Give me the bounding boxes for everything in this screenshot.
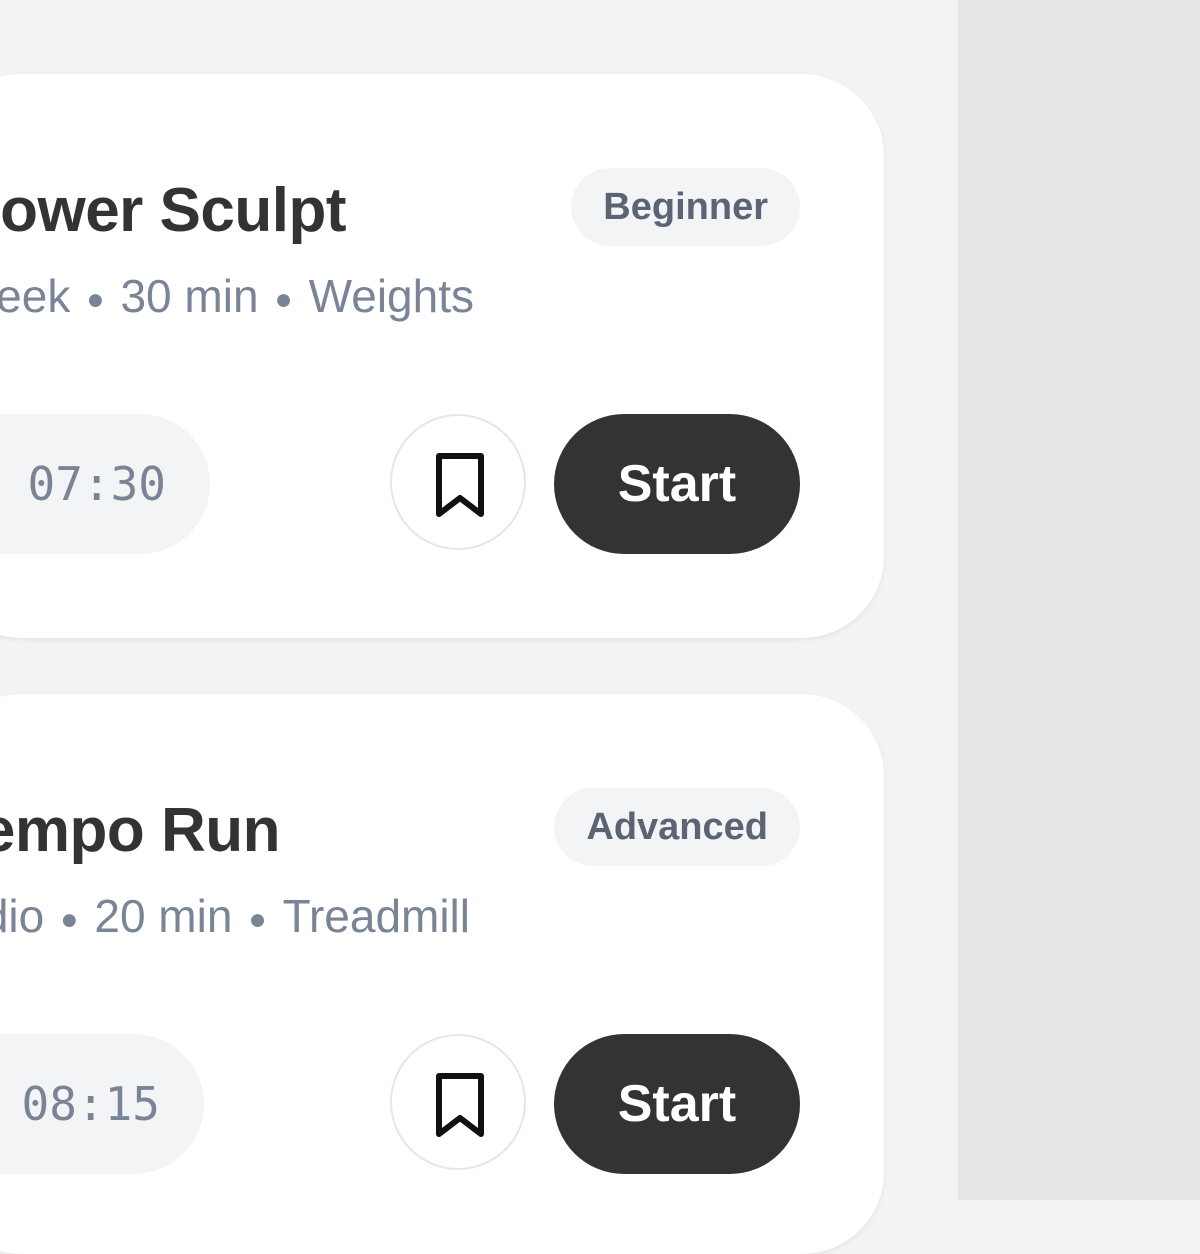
workout-card[interactable]: Tempo Run Advanced Cardio ● 20 min ● Treadmi…: [0, 694, 884, 1254]
workout-equipment: Weights: [308, 270, 474, 322]
workout-card[interactable]: Lower Sculpt Beginner Week ● 30 min ● Weight…: [0, 74, 884, 638]
side-panel: [958, 0, 1200, 1200]
start-button[interactable]: Start: [554, 414, 800, 554]
workout-equipment: Treadmill: [282, 890, 470, 942]
workout-meta: Cardio ● 20 min ● Treadmill: [0, 886, 470, 946]
workout-category: Cardio: [0, 890, 45, 942]
level-badge: Beginner: [571, 168, 800, 246]
bookmark-button[interactable]: [390, 1034, 526, 1170]
separator-dot: ●: [274, 282, 293, 316]
bookmark-icon: [436, 453, 484, 517]
separator-dot: ●: [60, 902, 79, 936]
workout-duration: 20 min: [94, 890, 233, 942]
start-button[interactable]: Start: [554, 1034, 800, 1174]
bookmark-button[interactable]: [390, 414, 526, 550]
workout-title: Lower Sculpt: [0, 176, 347, 245]
bookmark-icon: [436, 1073, 484, 1137]
schedule-time-pill[interactable]: Wed 08:15: [0, 1034, 204, 1174]
level-badge: Advanced: [554, 788, 800, 866]
schedule-time-pill[interactable]: Tue 07:30: [0, 414, 210, 554]
separator-dot: ●: [248, 902, 267, 936]
separator-dot: ●: [86, 282, 105, 316]
workout-title: Tempo Run: [0, 796, 280, 865]
workout-duration: 30 min: [120, 270, 259, 322]
workout-category: Week: [0, 270, 71, 322]
workout-meta: Week ● 30 min ● Weights: [0, 266, 474, 326]
